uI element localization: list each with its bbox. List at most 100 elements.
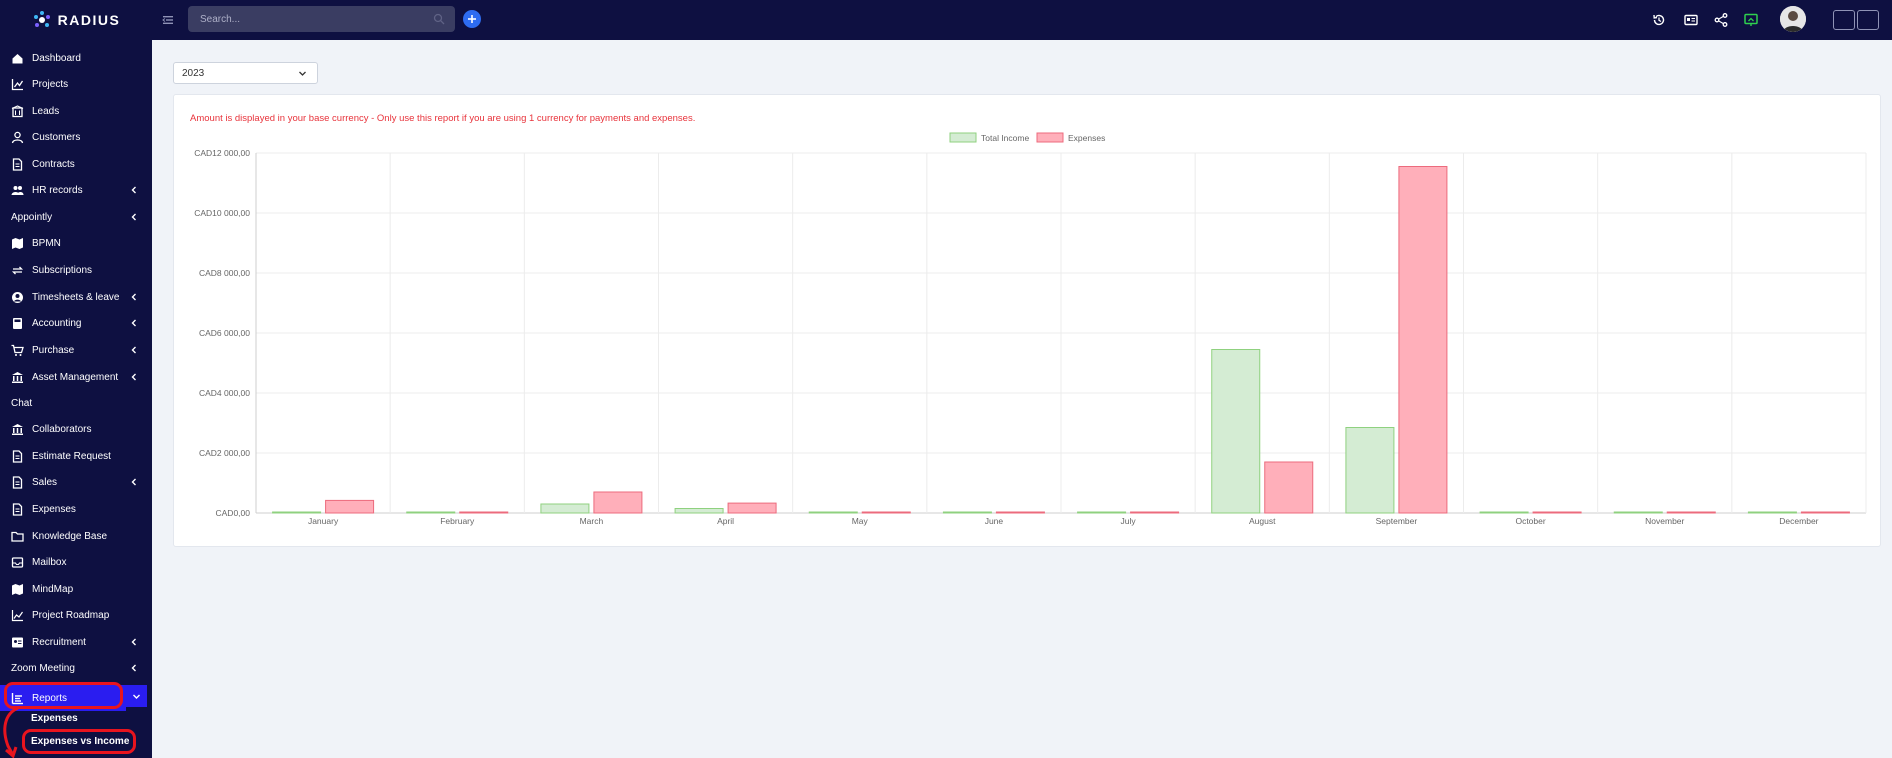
sidebar-item-label: Customers bbox=[32, 131, 81, 143]
menu-toggle-icon[interactable] bbox=[160, 12, 176, 28]
expenses-vs-income-chart: CAD0,00 CAD2 000,00 CAD4 000,00 CAD6 000,00… bbox=[194, 132, 1867, 526]
year-select[interactable]: 2023 bbox=[173, 62, 318, 84]
expense-bar-december bbox=[1800, 511, 1850, 514]
home-icon bbox=[12, 53, 23, 63]
income-bar-february bbox=[406, 511, 456, 514]
x-tick-label: April bbox=[717, 516, 734, 526]
sidebar-item-label: MindMap bbox=[32, 583, 74, 595]
sidebar-item-mindmap[interactable]: MindMap bbox=[0, 576, 152, 602]
sidebar-item-contracts[interactable]: Contracts bbox=[0, 151, 152, 177]
layout-toggle-button[interactable] bbox=[1833, 10, 1855, 30]
fullscreen-button[interactable] bbox=[1857, 10, 1879, 30]
y-tick-label: CAD6 000,00 bbox=[199, 328, 250, 338]
x-tick-label: December bbox=[1779, 516, 1818, 526]
x-tick-label: May bbox=[852, 516, 869, 526]
income-bar-june bbox=[942, 511, 992, 514]
sidebar-item-label: Collaborators bbox=[32, 423, 92, 435]
sidebar-item-bpmn[interactable]: BPMN bbox=[0, 230, 152, 256]
x-tick-label: February bbox=[440, 516, 475, 526]
sidebar-item-asset-management[interactable]: Asset Management bbox=[0, 364, 152, 390]
sidebar-item-label: Zoom Meeting bbox=[11, 662, 75, 674]
report-card: Amount is displayed in your base currenc… bbox=[173, 94, 1881, 547]
cart-icon bbox=[11, 344, 24, 356]
chevron-left-icon bbox=[131, 213, 136, 221]
document-icon bbox=[12, 157, 23, 171]
x-tick-label: January bbox=[308, 516, 339, 526]
expense-bar-january bbox=[325, 499, 375, 514]
sidebar-item-label: Timesheets & leave bbox=[32, 291, 120, 303]
map-icon bbox=[12, 237, 23, 249]
y-tick-label: CAD0,00 bbox=[216, 508, 251, 518]
sidebar-item-sales[interactable]: Sales bbox=[0, 469, 152, 495]
sidebar-item-label: Expenses bbox=[32, 503, 76, 515]
sidebar-item-recruitment[interactable]: Recruitment bbox=[0, 629, 152, 655]
sidebar-item-knowledge-base[interactable]: Knowledge Base bbox=[0, 523, 152, 549]
sidebar-item-zoom-meeting[interactable]: Zoom Meeting bbox=[0, 655, 152, 681]
income-bar-august bbox=[1211, 349, 1261, 514]
sidebar-item-label: Knowledge Base bbox=[32, 530, 108, 542]
income-bar-september bbox=[1345, 427, 1395, 514]
sidebar-item-customers[interactable]: Customers bbox=[0, 124, 152, 150]
expense-bar-may bbox=[861, 511, 911, 514]
history-icon[interactable] bbox=[1651, 12, 1667, 28]
search-input[interactable] bbox=[188, 6, 455, 32]
chevron-left-icon bbox=[131, 293, 136, 301]
red-arrow-annotation bbox=[3, 706, 19, 758]
reports-expand-toggle[interactable] bbox=[126, 685, 147, 707]
income-bar-march bbox=[540, 503, 590, 514]
expense-bar-october bbox=[1532, 511, 1582, 514]
id-card-icon bbox=[12, 637, 23, 647]
expense-bar-august bbox=[1264, 461, 1314, 514]
brand[interactable]: RADIUS bbox=[0, 0, 152, 40]
chevron-left-icon bbox=[131, 186, 136, 194]
search-icon[interactable] bbox=[433, 13, 445, 25]
sidebar-item-mailbox[interactable]: Mailbox bbox=[0, 549, 152, 575]
quick-add-button[interactable] bbox=[463, 10, 481, 28]
sidebar-item-expenses[interactable]: Expenses bbox=[0, 496, 152, 522]
sidebar-item-appointly[interactable]: Appointly bbox=[0, 204, 152, 230]
expense-bar-november bbox=[1666, 511, 1716, 514]
legend-label: Expenses bbox=[1068, 133, 1105, 143]
building-icon bbox=[11, 104, 24, 117]
sidebar-item-subscriptions[interactable]: Subscriptions bbox=[0, 257, 152, 283]
expense-bar-june bbox=[995, 511, 1045, 514]
income-bar-july bbox=[1077, 511, 1127, 514]
income-bar-october bbox=[1479, 511, 1529, 514]
expense-bar-april bbox=[727, 502, 777, 514]
x-tick-label: August bbox=[1249, 516, 1276, 526]
legend-swatch bbox=[949, 132, 977, 143]
sidebar-item-label: Recruitment bbox=[32, 636, 86, 648]
sidebar-item-projects[interactable]: Projects bbox=[0, 71, 152, 97]
sidebar-item-timesheets-leave[interactable]: Timesheets & leave bbox=[0, 284, 152, 310]
brand-logo-icon bbox=[33, 11, 50, 27]
y-tick-label: CAD2 000,00 bbox=[199, 448, 250, 458]
expense-bar-february bbox=[459, 511, 509, 514]
chevron-down-icon bbox=[133, 694, 140, 699]
chevron-left-icon bbox=[131, 478, 136, 486]
sidebar-item-accounting[interactable]: Accounting bbox=[0, 310, 152, 336]
sidebar-item-purchase[interactable]: Purchase bbox=[0, 337, 152, 363]
sidebar-item-label: Leads bbox=[32, 105, 60, 117]
user-avatar[interactable] bbox=[1780, 6, 1806, 32]
document-icon bbox=[12, 502, 23, 516]
chevron-left-icon bbox=[131, 664, 136, 672]
sidebar-item-dashboard[interactable]: Dashboard bbox=[0, 45, 152, 71]
year-select-value: 2023 bbox=[182, 68, 205, 79]
user-icon bbox=[11, 131, 24, 143]
income-bar-april bbox=[674, 508, 724, 514]
presentation-icon[interactable] bbox=[1743, 12, 1759, 28]
y-tick-label: CAD4 000,00 bbox=[199, 388, 250, 398]
sidebar-item-label: Appointly bbox=[11, 211, 53, 223]
sidebar-item-hr-records[interactable]: HR records bbox=[0, 177, 152, 203]
sidebar-item-chat[interactable]: Chat bbox=[0, 390, 152, 416]
sidebar-item-estimate-request[interactable]: Estimate Request bbox=[0, 443, 152, 469]
sidebar-item-label: Projects bbox=[32, 78, 69, 90]
sidebar-item-collaborators[interactable]: Collaborators bbox=[0, 416, 152, 442]
inbox-icon bbox=[11, 556, 24, 568]
id-card-icon[interactable] bbox=[1683, 12, 1699, 28]
folder-icon bbox=[11, 531, 24, 542]
share-icon[interactable] bbox=[1713, 12, 1729, 28]
x-tick-label: March bbox=[580, 516, 604, 526]
sidebar-item-leads[interactable]: Leads bbox=[0, 98, 152, 124]
sidebar-item-project-roadmap[interactable]: Project Roadmap bbox=[0, 602, 152, 628]
